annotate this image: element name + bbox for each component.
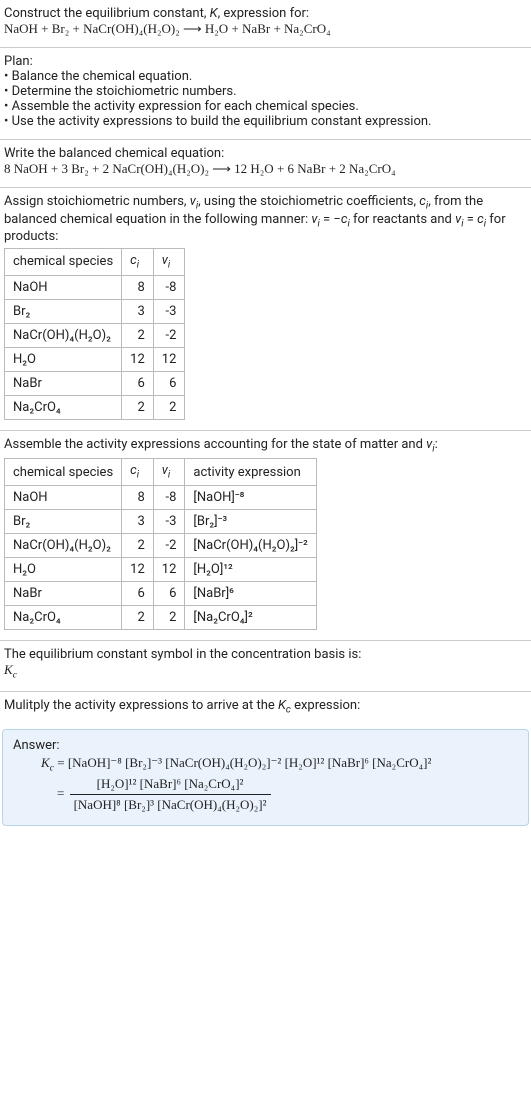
table-row: NaOH8-8[NaOH]⁻⁸	[5, 485, 317, 509]
kc-symbol-section: The equilibrium constant symbol in the c…	[0, 641, 531, 691]
col-activity: activity expression	[185, 459, 316, 486]
col-species: chemical species	[5, 459, 122, 486]
multiply-section: Mulitply the activity expressions to arr…	[0, 692, 531, 726]
table-row: NaBr66	[5, 371, 185, 395]
balanced-section: Write the balanced chemical equation: 8 …	[0, 140, 531, 187]
table-row: Br₂3-3[Br₂]⁻³	[5, 509, 317, 533]
table-row: H₂O1212	[5, 347, 185, 371]
multiply-text: Mulitply the activity expressions to arr…	[4, 698, 527, 716]
plan-item: • Determine the stoichiometric numbers.	[4, 84, 527, 99]
intro-line1: Construct the equilibrium constant, K, e…	[4, 6, 527, 21]
fraction-numerator: [H₂O]¹² [NaBr]⁶ [Na₂CrO₄]²	[70, 776, 271, 795]
kc-symbol: Kc	[4, 662, 527, 681]
answer-heading: Answer:	[13, 738, 518, 753]
answer-box: Answer: Kc = [NaOH]⁻⁸ [Br₂]⁻³ [NaCr(OH)₄…	[2, 729, 529, 826]
answer-line1: Kc = [NaOH]⁻⁸ [Br₂]⁻³ [NaCr(OH)₄(H₂O)₂]⁻…	[13, 755, 518, 774]
kc-symbol-text: The equilibrium constant symbol in the c…	[4, 647, 527, 662]
table-row: Na₂CrO₄22	[5, 395, 185, 419]
col-species: chemical species	[5, 249, 122, 276]
activity-text: Assemble the activity expressions accoun…	[4, 437, 527, 455]
stoich-table: chemical species ci νi NaOH8-8 Br₂3-3 Na…	[4, 248, 185, 420]
answer-fraction: [H₂O]¹² [NaBr]⁶ [Na₂CrO₄]² [NaOH]⁸ [Br₂]…	[70, 776, 271, 813]
activity-table: chemical species ci νi activity expressi…	[4, 458, 317, 630]
table-row: H₂O1212[H₂O]¹²	[5, 557, 317, 581]
plan-item: • Assemble the activity expression for e…	[4, 99, 527, 114]
balanced-heading: Write the balanced chemical equation:	[4, 146, 527, 161]
table-row: NaBr66[NaBr]⁶	[5, 581, 317, 605]
intro-section: Construct the equilibrium constant, K, e…	[0, 0, 531, 47]
intro-equation: NaOH + Br₂ + NaCr(OH)₄(H₂O)₂ ⟶ H₂O + NaB…	[4, 21, 527, 37]
col-vi: νi	[153, 459, 185, 486]
plan-heading: Plan:	[4, 54, 527, 69]
plan-item: • Balance the chemical equation.	[4, 69, 527, 84]
activity-section: Assemble the activity expressions accoun…	[0, 431, 531, 640]
table-header-row: chemical species ci νi	[5, 249, 185, 276]
col-vi: νi	[153, 249, 185, 276]
col-ci: ci	[122, 249, 154, 276]
stoich-section: Assign stoichiometric numbers, νi, using…	[0, 188, 531, 430]
table-row: NaCr(OH)₄(H₂O)₂2-2[NaCr(OH)₄(H₂O)₂]⁻²	[5, 533, 317, 557]
stoich-text: Assign stoichiometric numbers, νi, using…	[4, 194, 527, 244]
fraction-denominator: [NaOH]⁸ [Br₂]³ [NaCr(OH)₄(H₂O)₂]²	[70, 795, 271, 813]
table-row: NaCr(OH)₄(H₂O)₂2-2	[5, 323, 185, 347]
table-row: NaOH8-8	[5, 275, 185, 299]
plan-item: • Use the activity expressions to build …	[4, 114, 527, 129]
answer-line2: = [H₂O]¹² [NaBr]⁶ [Na₂CrO₄]² [NaOH]⁸ [Br…	[13, 776, 518, 813]
table-row: Br₂3-3	[5, 299, 185, 323]
balanced-equation: 8 NaOH + 3 Br₂ + 2 NaCr(OH)₄(H₂O)₂ ⟶ 12 …	[4, 161, 527, 177]
table-row: Na₂CrO₄22[Na₂CrO₄]²	[5, 605, 317, 629]
table-header-row: chemical species ci νi activity expressi…	[5, 459, 317, 486]
col-ci: ci	[122, 459, 154, 486]
plan-section: Plan: • Balance the chemical equation. •…	[0, 48, 531, 139]
